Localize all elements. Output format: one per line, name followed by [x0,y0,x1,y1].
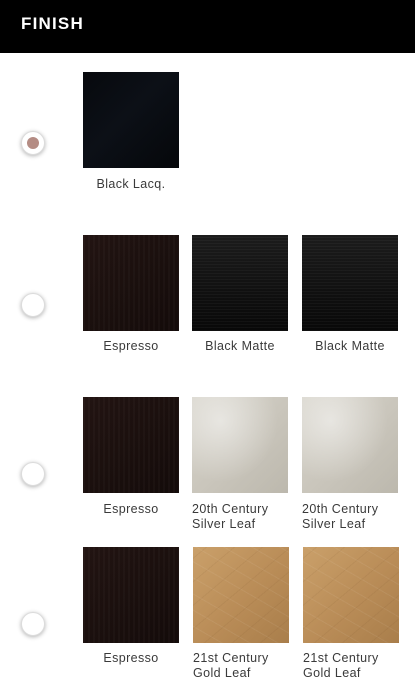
finish-option-2-radio[interactable] [21,293,45,317]
swatch-black-lacquer[interactable] [83,72,179,168]
swatch-label: 20th Century Silver Leaf [192,502,269,531]
swatch-black-matte[interactable] [192,235,288,331]
swatch-label: 21st Century Gold Leaf [303,651,379,680]
swatch-label: Espresso [103,339,159,353]
swatch-espresso[interactable] [83,235,179,331]
swatch-label: 21st Century Gold Leaf [193,651,269,680]
swatch-gold-leaf[interactable] [303,547,399,643]
swatch-label: Espresso [103,651,159,665]
swatch-espresso[interactable] [83,397,179,493]
radio-selected-dot [27,137,39,149]
swatch-label: Black Matte [315,339,385,353]
finish-option-4-radio[interactable] [21,612,45,636]
swatch-label: Black Lacq. [96,177,166,191]
finish-option-1-radio[interactable] [21,131,45,155]
swatch-label: Espresso [103,502,159,516]
swatch-espresso[interactable] [83,547,179,643]
swatch-silver-leaf[interactable] [302,397,398,493]
swatch-black-matte[interactable] [302,235,398,331]
swatch-label: 20th Century Silver Leaf [302,502,379,531]
swatch-silver-leaf[interactable] [192,397,288,493]
swatch-gold-leaf[interactable] [193,547,289,643]
swatch-label: Black Matte [205,339,275,353]
finish-header: FINISH [0,0,415,53]
section-title: FINISH [21,14,84,33]
finish-option-3-radio[interactable] [21,462,45,486]
